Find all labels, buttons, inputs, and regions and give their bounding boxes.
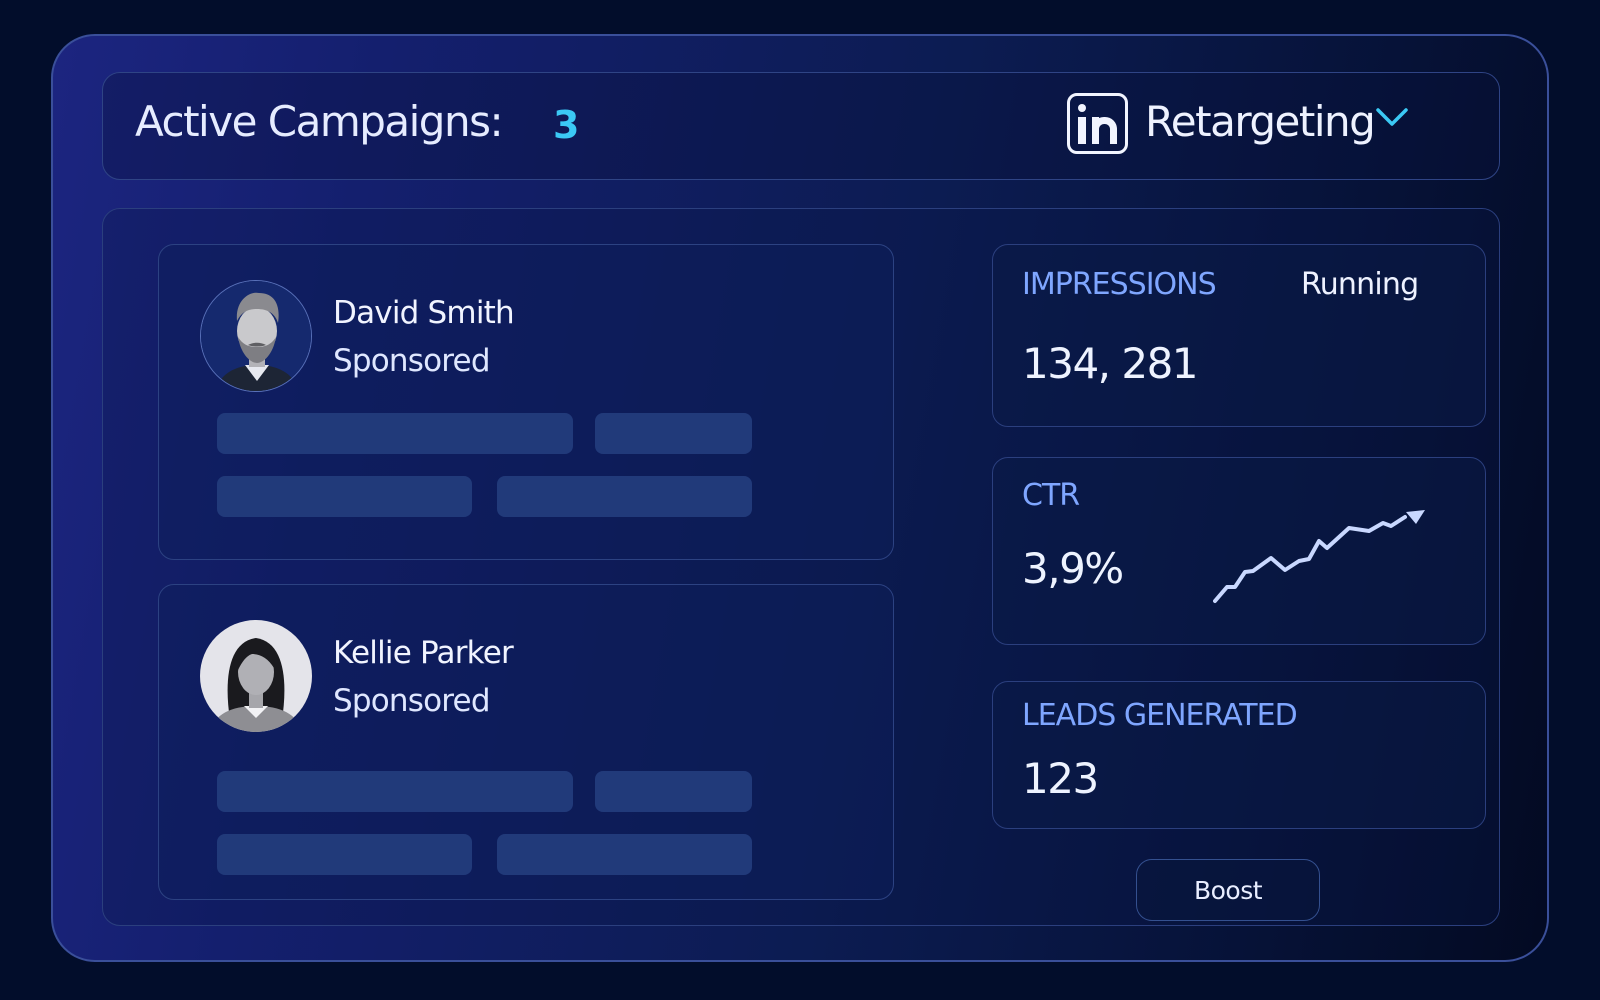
content-placeholder xyxy=(217,771,573,812)
advertiser-name: Kellie Parker xyxy=(333,635,514,671)
leads-value: 123 xyxy=(1022,754,1099,803)
ad-card[interactable]: David Smith Sponsored xyxy=(158,244,894,560)
leads-card: LEADS GENERATED 123 xyxy=(992,681,1486,829)
boost-button[interactable]: Boost xyxy=(1136,859,1320,921)
content-placeholder xyxy=(595,771,752,812)
leads-label: LEADS GENERATED xyxy=(1022,698,1298,733)
active-campaigns-title: Active Campaigns: xyxy=(135,97,504,146)
content-placeholder xyxy=(595,413,752,454)
content-placeholder xyxy=(217,413,573,454)
chevron-down-icon[interactable] xyxy=(1375,105,1409,129)
linkedin-icon xyxy=(1067,93,1128,154)
advertiser-name: David Smith xyxy=(333,295,515,331)
ctr-card: CTR 3,9% xyxy=(992,457,1486,645)
campaign-panel: David Smith Sponsored Kellie Parker Spon… xyxy=(102,208,1500,926)
content-placeholder xyxy=(217,476,472,517)
impressions-card: IMPRESSIONS Running 134, 281 xyxy=(992,244,1486,427)
campaign-type-dropdown[interactable]: Retargeting xyxy=(1145,97,1376,146)
content-placeholder xyxy=(497,476,752,517)
impressions-value: 134, 281 xyxy=(1022,339,1199,388)
trend-up-arrow-icon xyxy=(1213,510,1425,603)
sponsored-label: Sponsored xyxy=(333,343,491,379)
ctr-value: 3,9% xyxy=(1022,544,1124,593)
impressions-label: IMPRESSIONS xyxy=(1022,267,1217,302)
ad-card[interactable]: Kellie Parker Sponsored xyxy=(158,584,894,900)
bearded-man-avatar xyxy=(200,280,312,392)
campaign-header: Active Campaigns: 3 Retargeting xyxy=(102,72,1500,180)
campaign-dashboard: Active Campaigns: 3 Retargeting David Sm… xyxy=(51,34,1549,962)
ctr-label: CTR xyxy=(1022,478,1080,513)
active-campaigns-count: 3 xyxy=(553,103,580,147)
content-placeholder xyxy=(497,834,752,875)
woman-avatar xyxy=(200,620,312,732)
sponsored-label: Sponsored xyxy=(333,683,491,719)
campaign-status: Running xyxy=(1301,267,1419,302)
content-placeholder xyxy=(217,834,472,875)
